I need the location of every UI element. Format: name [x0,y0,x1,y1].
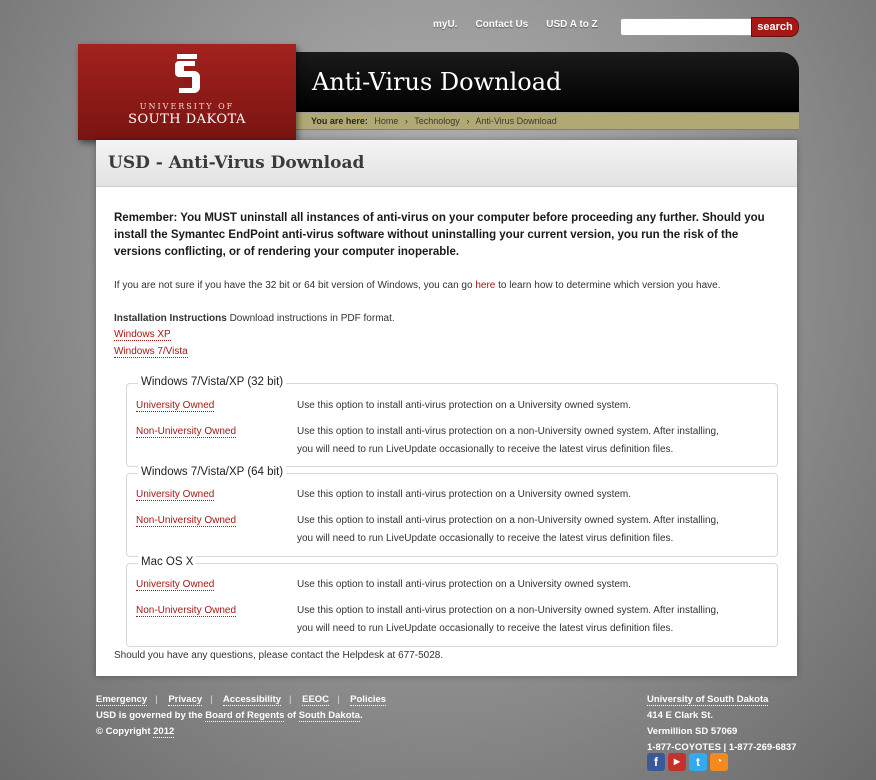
version-note-text-end: to learn how to determine which version … [498,280,721,291]
breadcrumb-separator-icon: › [404,116,408,126]
win32-university-desc: Use this option to install anti-virus pr… [297,400,632,411]
footer-privacy-link[interactable]: Privacy [168,694,203,706]
win64-non-university-owned-link[interactable]: Non-University Owned [136,515,237,527]
logo-line1: UNIVERSITY OF [139,102,235,111]
opt-wrap-3b: Non-University Owned [136,605,237,617]
version-here-link[interactable]: here [475,280,495,291]
rss-icon[interactable]: ◔ [710,753,728,771]
win64-non-university-desc: Use this option to install anti-virus pr… [297,512,767,548]
win32-non-university-owned-link[interactable]: Non-University Owned [136,426,237,438]
windows-xp-link[interactable]: Windows XP [114,329,171,341]
breadcrumb-technology[interactable]: Technology [414,116,460,126]
breadcrumb-current: Anti-Virus Download [475,116,557,126]
footer-emergency-link[interactable]: Emergency [96,694,148,706]
desc-line: Use this option to install anti-virus pr… [297,605,719,616]
win64-university-owned-link[interactable]: University Owned [136,489,215,501]
win32-university-owned-link[interactable]: University Owned [136,400,215,412]
footer-accessibility-link[interactable]: Accessibility [222,694,282,706]
search-button[interactable]: search [751,17,799,37]
footer-address: University of South Dakota 414 E Clark S… [647,692,796,756]
usd-logo[interactable]: UNIVERSITY OF SOUTH DAKOTA [78,44,296,140]
win32-non-university-desc: Use this option to install anti-virus pr… [297,423,767,459]
governed-period: . [359,710,363,721]
governed-text: USD is governed by the [96,710,203,721]
install-link-wrap-xp: Windows XP [114,329,171,341]
footer-eeoc-link[interactable]: EEOC [302,694,330,706]
opt-wrap-2a: University Owned [136,489,215,501]
desc-line: Use this option to install anti-virus pr… [297,515,719,526]
opt-wrap-2b: Non-University Owned [136,515,237,527]
south-dakota-link[interactable]: South Dakota [298,710,360,722]
desc-line: Use this option to install anti-virus pr… [297,426,719,437]
usd-emblem-icon [175,54,200,93]
search-input[interactable] [620,18,756,36]
version-note: If you are not sure if you have the 32 b… [114,280,720,291]
mac-university-desc: Use this option to install anti-virus pr… [297,579,632,590]
breadcrumb-separator-icon: › [466,116,470,126]
install-text: Download instructions in PDF format. [229,313,395,324]
install-instructions: Installation Instructions Download instr… [114,313,395,324]
address-street: 414 E Clark St. [647,710,714,721]
section-legend-win64: Windows 7/Vista/XP (64 bit) [138,466,287,478]
governed-line: USD is governed by the Board of Regents … [96,708,386,724]
logo-line2: SOUTH DAKOTA [128,112,246,127]
breadcrumb-label: You are here: [311,116,368,126]
desc-line: you will need to run LiveUpdate occasion… [297,444,674,455]
opt-wrap-3a: University Owned [136,579,215,591]
myu-link[interactable]: myU. [433,19,457,30]
breadcrumb: You are here: Home › Technology › Anti-V… [311,116,557,126]
breadcrumb-home[interactable]: Home [374,116,398,126]
install-label: Installation Instructions [114,313,227,324]
desc-line: you will need to run LiveUpdate occasion… [297,623,674,634]
social-links: f ▶ t ◔ [647,753,728,771]
footer-policies-link[interactable]: Policies [350,694,387,706]
opt-wrap-1a: University Owned [136,400,215,412]
win64-university-desc: Use this option to install anti-virus pr… [297,489,632,500]
copyright-year-link[interactable]: 2012 [153,726,175,738]
mac-university-owned-link[interactable]: University Owned [136,579,215,591]
copyright-line: © Copyright 2012 [96,724,386,740]
page-title: USD - Anti-Virus Download [108,153,365,173]
mac-non-university-owned-link[interactable]: Non-University Owned [136,605,237,617]
page-header-title: Anti-Virus Download [312,68,562,96]
uninstall-warning: Remember: You MUST uninstall all instanc… [114,212,765,258]
footer-left: Emergency | Privacy | Accessibility | EEOC |… [96,692,387,740]
address-city: Vermillion SD 57069 [647,726,738,737]
governed-of: of [287,710,297,721]
copyright-text: © Copyright [96,726,151,737]
desc-line: you will need to run LiveUpdate occasion… [297,533,674,544]
opt-wrap-1b: Non-University Owned [136,426,237,438]
windows-7-vista-link[interactable]: Windows 7/Vista [114,346,188,358]
version-note-text: If you are not sure if you have the 32 b… [114,280,473,291]
footer-links: Emergency | Privacy | Accessibility | EEOC |… [96,694,387,706]
twitter-icon[interactable]: t [689,753,707,771]
top-nav: myU. Contact Us USD A to Z [433,19,616,30]
youtube-icon[interactable]: ▶ [668,753,686,771]
usd-a-to-z-link[interactable]: USD A to Z [546,19,597,30]
mac-non-university-desc: Use this option to install anti-virus pr… [297,602,767,638]
section-legend-mac: Mac OS X [138,556,197,568]
install-link-wrap-7: Windows 7/Vista [114,346,188,358]
facebook-icon[interactable]: f [647,753,665,771]
section-legend-win32: Windows 7/Vista/XP (32 bit) [138,376,287,388]
contact-us-link[interactable]: Contact Us [475,19,528,30]
university-name-link[interactable]: University of South Dakota [647,694,769,706]
helpdesk-note: Should you have any questions, please co… [114,650,444,661]
board-of-regents-link[interactable]: Board of Regents [205,710,285,722]
